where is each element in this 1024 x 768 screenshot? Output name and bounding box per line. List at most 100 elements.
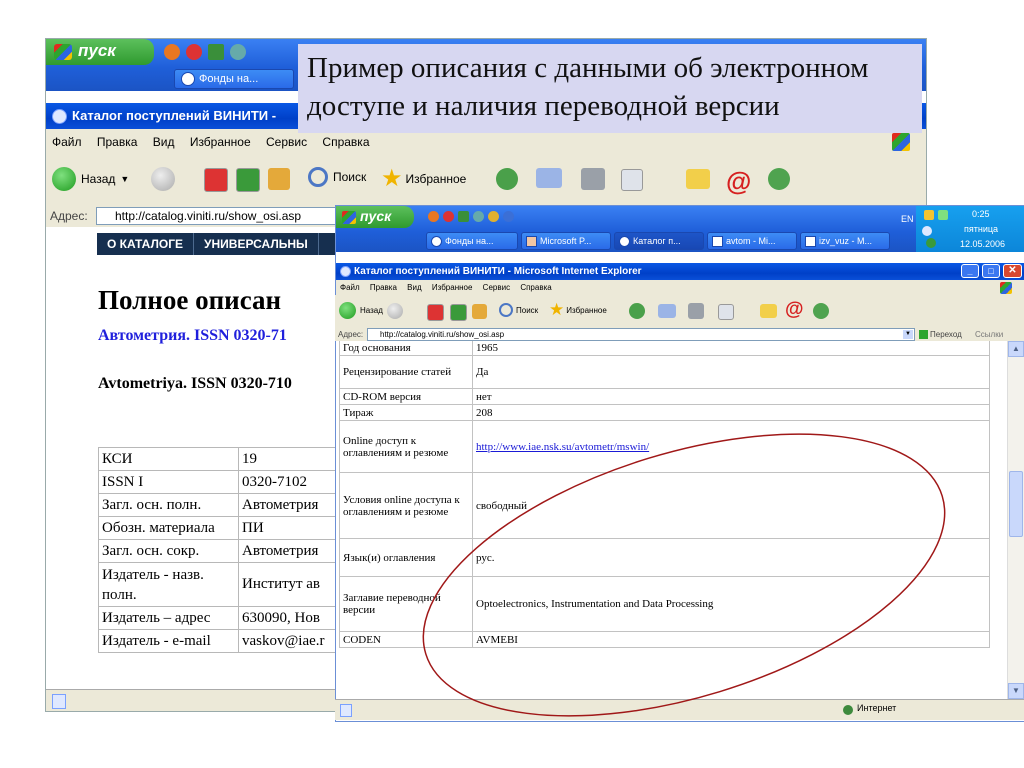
menu-help[interactable]: Справка [520, 280, 551, 295]
menu-favorites[interactable]: Избранное [190, 129, 251, 155]
field-label: Тираж [339, 404, 473, 421]
folder-button[interactable] [760, 304, 777, 318]
field-label: КСИ [98, 447, 239, 471]
forward-button[interactable] [387, 303, 403, 319]
field-value: 208 [472, 404, 990, 421]
mail-button[interactable] [536, 168, 562, 188]
home-button[interactable] [268, 168, 290, 190]
stop-button[interactable] [204, 168, 228, 192]
edit-button[interactable] [621, 169, 643, 191]
field-label: ISSN I [98, 470, 239, 494]
field-value: 1965 [472, 341, 990, 356]
back-button[interactable]: Назад▼ [52, 167, 129, 191]
quick-launch-icon[interactable] [443, 211, 454, 222]
quick-launch-icon[interactable] [428, 211, 439, 222]
refresh-button[interactable] [236, 168, 260, 192]
messenger-button[interactable]: @ [785, 299, 804, 321]
back-start-button[interactable]: пуск [46, 39, 154, 65]
menu-file[interactable]: Файл [340, 280, 360, 295]
word-icon [712, 236, 723, 248]
quick-launch-icon[interactable] [488, 211, 499, 222]
front-task-1[interactable]: Microsoft P... [521, 232, 611, 250]
scroll-down-button[interactable]: ▼ [1008, 683, 1024, 699]
quick-launch-icon[interactable] [164, 44, 180, 60]
mail-button[interactable] [658, 304, 676, 318]
search-button[interactable]: Поиск [499, 303, 538, 317]
table-row: Издатель – адрес 630090, Нов [98, 606, 340, 630]
window-title: Каталог поступлений ВИНИТИ - Microsoft I… [354, 266, 642, 277]
vertical-scrollbar[interactable]: ▲ ▼ [1007, 341, 1024, 699]
front-start-button[interactable]: пуск [336, 206, 414, 228]
back-task-fondy[interactable]: Фонды на... [174, 69, 294, 89]
scroll-up-button[interactable]: ▲ [1008, 341, 1024, 357]
field-value: Optoelectronics, Instrumentation and Dat… [472, 576, 990, 632]
front-task-4[interactable]: izv_vuz - M... [800, 232, 890, 250]
windows-flag-icon [54, 43, 72, 60]
tray-network-icon[interactable] [938, 210, 948, 220]
close-button[interactable]: ✕ [1003, 264, 1022, 278]
caption-line-1: Пример описания с данными об электронном [307, 52, 869, 84]
menu-favorites[interactable]: Избранное [432, 280, 473, 295]
nav-about-catalog[interactable]: О КАТАЛОГЕ [97, 233, 195, 255]
address-input[interactable]: http://catalog.viniti.ru/show_osi.asp [96, 207, 346, 225]
edit-button[interactable] [718, 304, 734, 320]
front-task-2[interactable]: Каталог п... [614, 232, 704, 250]
menu-tools[interactable]: Сервис [483, 280, 510, 295]
refresh-icon [450, 304, 467, 321]
quick-launch-icon[interactable] [473, 211, 484, 222]
front-task-3[interactable]: avtom - Mi... [707, 232, 797, 250]
history-button[interactable] [629, 303, 645, 319]
stop-button[interactable] [427, 304, 444, 321]
menu-view[interactable]: Вид [407, 280, 421, 295]
field-value: Автометрия [238, 539, 340, 563]
journal-title-link[interactable]: Автометрия. ISSN 0320-71 [98, 327, 287, 345]
maximize-button[interactable]: □ [982, 264, 1000, 278]
caption-line-2: доступе и наличия переводной версии [307, 90, 780, 122]
table-row: Рецензирование статей Да [339, 355, 990, 389]
go-button[interactable]: Переход [919, 328, 962, 341]
windows-logo-icon [1000, 282, 1012, 294]
links-button[interactable]: Ссылки [975, 328, 1003, 341]
menu-view[interactable]: Вид [153, 129, 175, 155]
users-button[interactable] [813, 303, 829, 319]
home-button[interactable] [472, 304, 487, 319]
menu-edit[interactable]: Правка [370, 280, 397, 295]
language-indicator[interactable]: EN [901, 214, 914, 224]
address-label: Адрес: [338, 330, 364, 339]
menu-edit[interactable]: Правка [97, 129, 138, 155]
address-url: http://catalog.viniti.ru/show_osi.asp [115, 209, 302, 223]
forward-button[interactable] [151, 167, 175, 191]
print-button[interactable] [581, 168, 605, 190]
quick-launch-icon[interactable] [503, 211, 514, 222]
menu-file[interactable]: Файл [52, 129, 82, 155]
history-button[interactable] [496, 168, 518, 190]
search-button[interactable]: Поиск [308, 167, 366, 187]
search-icon [308, 167, 328, 187]
print-button[interactable] [688, 303, 704, 319]
quick-launch-icon[interactable] [186, 44, 202, 60]
home-icon [472, 304, 487, 319]
tray-messenger-icon[interactable] [926, 238, 936, 248]
tray-arrow-icon[interactable] [922, 226, 932, 236]
tray-security-icon[interactable] [924, 210, 934, 220]
nav-universal[interactable]: УНИВЕРСАЛЬНЫ [194, 233, 319, 255]
scroll-thumb[interactable] [1009, 471, 1023, 537]
online-access-link[interactable]: http://www.iae.nsk.su/avtometr/mswin/ [476, 441, 649, 453]
address-input[interactable]: http://catalog.viniti.ru/show_osi.asp ▼ [367, 328, 915, 341]
table-row: CD-ROM версия нет [339, 388, 990, 405]
address-dropdown-icon[interactable]: ▼ [903, 330, 913, 339]
favorites-button[interactable]: ★ Избранное [549, 301, 607, 319]
quick-launch-icon[interactable] [458, 211, 469, 222]
back-button[interactable]: Назад▼ [339, 302, 394, 319]
front-toolbar-strip: Назад▼ Поиск ★Избранное @ [335, 295, 1024, 328]
users-button[interactable] [768, 168, 790, 190]
refresh-button[interactable] [450, 304, 467, 321]
folder-button[interactable] [686, 169, 710, 189]
messenger-button[interactable]: @ [726, 166, 751, 197]
quick-launch-icon[interactable] [230, 44, 246, 60]
front-task-0[interactable]: Фонды на... [426, 232, 518, 250]
quick-launch-icon[interactable] [208, 44, 224, 60]
table-row: Издатель - e-mail vaskov@iae.r [98, 629, 340, 653]
favorites-button[interactable]: ★ Избранное [381, 167, 466, 191]
minimize-button[interactable]: _ [961, 264, 979, 278]
